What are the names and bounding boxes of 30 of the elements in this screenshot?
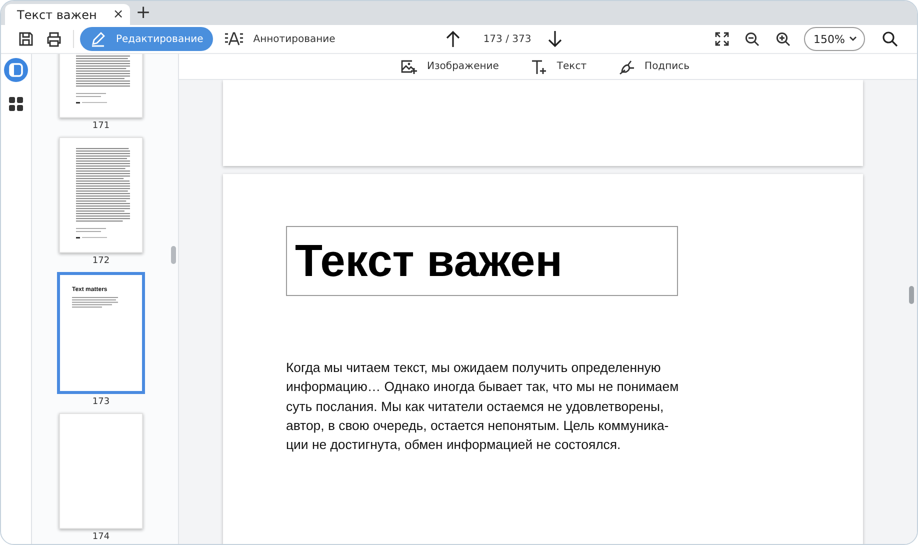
paragraph: Когда мы читаем текст, мы ожидаем получить определенную информацию… Однако иногда бывает так, что мы не понимаем суть послания. Мы как читатели остаемся не удовлетворены, автор, в свою очередь, остается непонятым. Цель коммуника- ции не достигнута, обмен информацией не состоялся. xyxy=(286,359,680,454)
new-tab-button[interactable]: + xyxy=(134,3,153,23)
page-indicator: 173 / 373 xyxy=(483,34,532,44)
insert-tool-button[interactable]: Подпись xyxy=(618,58,690,74)
page-number: 173 xyxy=(92,397,110,407)
chevron-down-icon xyxy=(849,36,857,42)
pencil-icon xyxy=(90,31,106,47)
page-number: 171 xyxy=(92,121,110,131)
pen-nib-icon xyxy=(618,58,635,74)
close-tab-button[interactable]: × xyxy=(110,7,126,22)
scrollbar-thumb[interactable] xyxy=(171,246,176,264)
insert-tool-button[interactable]: Текст xyxy=(530,58,587,74)
tab-label: Текст важен xyxy=(17,8,97,22)
image-add-icon xyxy=(401,60,417,74)
scrollbar-thumb[interactable] xyxy=(909,286,914,304)
page-number: 172 xyxy=(92,256,110,266)
sidebar-icon xyxy=(9,63,23,77)
insert-tool-button[interactable]: Изображение xyxy=(401,60,499,74)
thumbnails-panel-button[interactable] xyxy=(4,58,28,82)
mode-tab[interactable]: Аннотирование xyxy=(215,27,346,51)
text-lines-icon xyxy=(225,32,244,46)
zoom-dropdown[interactable]: 150% xyxy=(804,27,865,51)
grid-icon xyxy=(9,97,23,111)
text-add-icon xyxy=(530,58,547,74)
heading-text-box[interactable]: Текст важен xyxy=(286,226,678,296)
page-number: 174 xyxy=(92,532,110,542)
document-tab[interactable]: Текст важен × xyxy=(5,4,130,25)
page-thumbnail[interactable] xyxy=(59,137,143,253)
page-thumbnail[interactable] xyxy=(59,413,143,529)
text-lines-drawing xyxy=(72,297,120,309)
